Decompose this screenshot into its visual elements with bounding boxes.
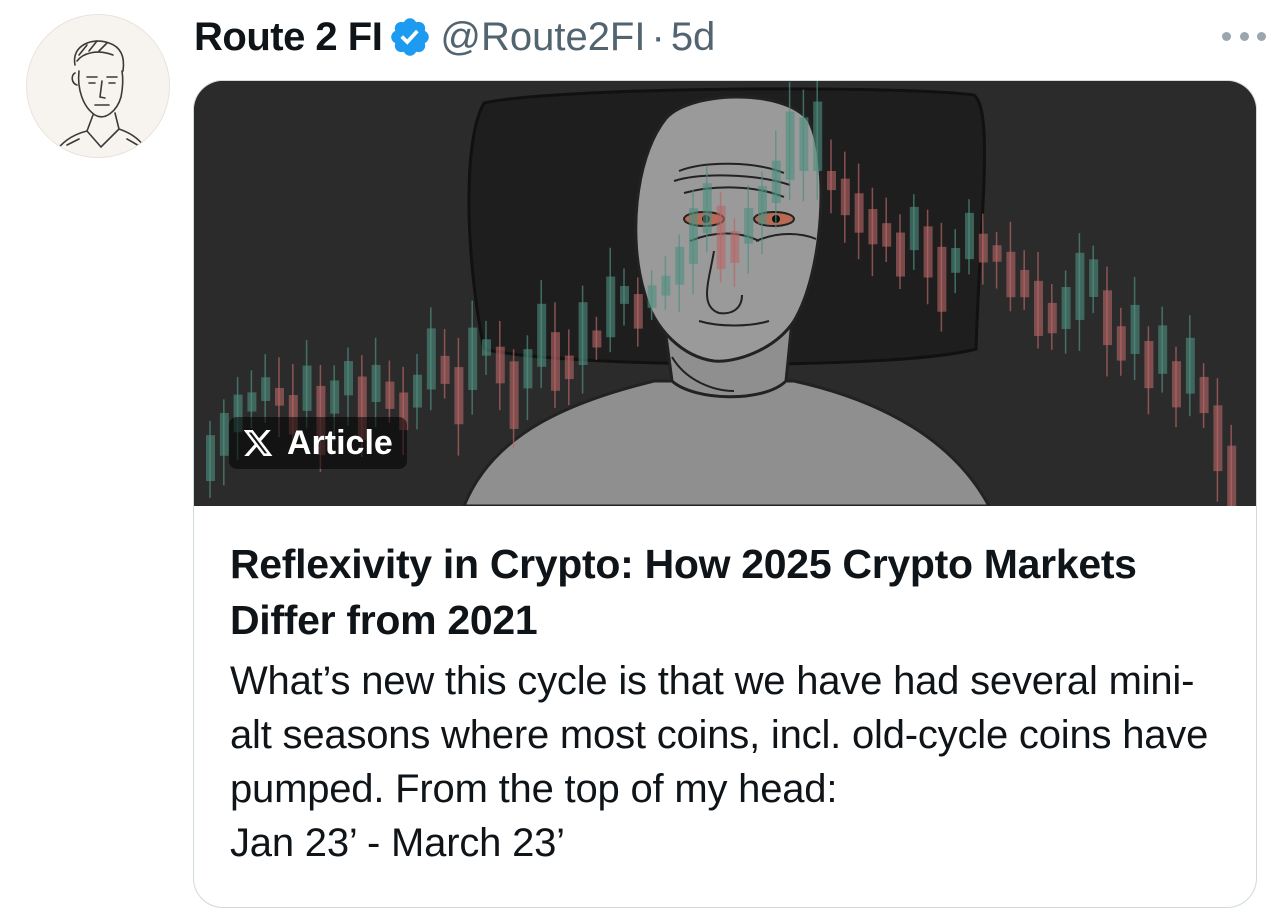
candle-body	[1158, 325, 1168, 374]
candle-body	[523, 349, 533, 389]
candle-body	[716, 205, 726, 270]
candle-body	[578, 302, 588, 366]
candle-body	[1103, 290, 1112, 346]
candle-body	[868, 209, 878, 245]
more-horizontal-icon[interactable]	[1222, 24, 1266, 48]
candle-body	[1144, 340, 1154, 389]
candle-body	[1185, 337, 1195, 394]
candle-body	[909, 206, 919, 251]
candle-body	[440, 355, 450, 384]
candle-body	[371, 364, 381, 402]
candle-body	[1047, 302, 1057, 334]
candle-body	[275, 387, 284, 406]
separator-dot: ·	[651, 14, 665, 59]
tweet-header: Route 2 FI @Route2FI · 5d	[194, 10, 715, 64]
author-avatar[interactable]	[26, 14, 170, 158]
candle-body	[882, 223, 892, 247]
candle-body	[261, 377, 271, 401]
candle-body	[937, 246, 947, 312]
candle-body	[1061, 286, 1071, 330]
article-badge: Article	[229, 417, 407, 469]
candle-body	[965, 212, 974, 260]
candle-body	[509, 361, 519, 429]
candle-body	[1020, 269, 1030, 298]
candle-body	[951, 247, 961, 273]
candle-body	[799, 117, 809, 171]
candle-body	[840, 178, 850, 216]
candle-body	[923, 226, 933, 278]
more-dot	[1257, 31, 1266, 41]
candle-body	[992, 245, 1002, 262]
candle-body	[537, 303, 547, 367]
candle-body	[813, 101, 823, 171]
article-cover-image: Article	[194, 81, 1256, 506]
verified-badge-icon[interactable]	[388, 15, 432, 59]
candle-body	[1227, 445, 1237, 506]
candle-body	[702, 183, 712, 234]
sketch-portrait-avatar-icon	[27, 15, 169, 157]
candle-body	[344, 361, 353, 396]
tweet-timestamp[interactable]: 5d	[671, 15, 716, 60]
candle-body	[1089, 259, 1099, 297]
candle-body	[1172, 361, 1181, 408]
article-card[interactable]: Article Reflexivity in Crypto: How 2025 …	[193, 80, 1257, 908]
author-display-name[interactable]: Route 2 FI	[194, 15, 383, 60]
candle-body	[854, 193, 864, 233]
candle-body	[564, 355, 574, 380]
candle-body	[896, 232, 905, 277]
candle-body	[758, 185, 767, 225]
candle-body	[606, 276, 616, 338]
candle-body	[247, 392, 257, 412]
candle-body	[771, 160, 781, 204]
candle-body	[730, 231, 740, 263]
candle-body	[468, 327, 478, 390]
candle-body	[620, 286, 629, 304]
candle-body	[1130, 304, 1140, 354]
candle-body	[495, 346, 505, 384]
candle-body	[1199, 376, 1209, 414]
more-dot	[1222, 31, 1231, 41]
candle-body	[551, 332, 560, 391]
author-handle[interactable]: @Route2FI	[440, 15, 645, 60]
more-dot	[1239, 31, 1249, 41]
candle-body	[302, 365, 312, 411]
candle-body	[1116, 326, 1126, 361]
candle-body	[1034, 280, 1043, 336]
candle-body	[454, 367, 464, 425]
candle-body	[675, 246, 685, 285]
article-text: Reflexivity in Crypto: How 2025 Crypto M…	[230, 536, 1230, 870]
candle-body	[1075, 252, 1085, 320]
candle-body	[1213, 405, 1223, 472]
candle-body	[219, 412, 229, 456]
candle-body	[482, 339, 491, 356]
candle-body	[206, 435, 215, 481]
candle-body	[592, 330, 602, 348]
candle-body	[426, 328, 436, 390]
candle-body	[744, 207, 754, 244]
x-logo-icon	[243, 430, 273, 456]
candle-body	[785, 111, 795, 180]
candle-body	[330, 380, 340, 414]
candle-body	[1006, 251, 1016, 298]
article-excerpt: What’s new this cycle is that we have ha…	[230, 659, 1209, 865]
candle-body	[633, 294, 643, 329]
candle-body	[413, 374, 422, 408]
candle-body	[647, 285, 657, 308]
candle-body	[689, 208, 698, 264]
article-title[interactable]: Reflexivity in Crypto: How 2025 Crypto M…	[230, 536, 1230, 648]
candle-body	[661, 275, 671, 296]
candle-body	[385, 381, 395, 409]
article-badge-label: Article	[287, 423, 393, 462]
candle-body	[978, 233, 988, 263]
candle-body	[827, 171, 836, 191]
